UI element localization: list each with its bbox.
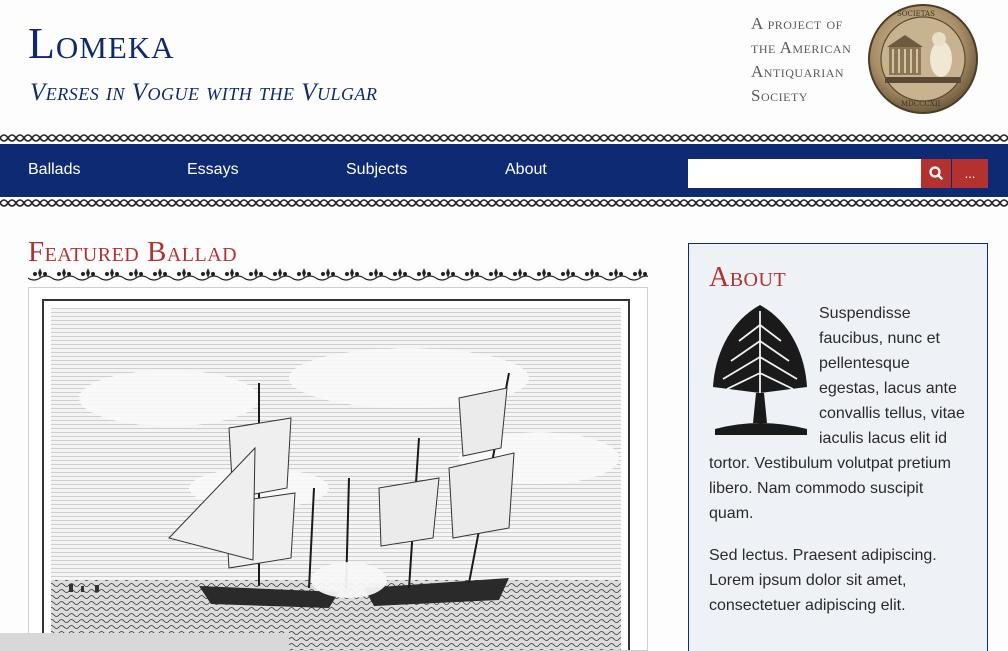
about-panel: About Suspendisse faucibus, nunc et pell… — [688, 243, 988, 651]
search-input[interactable] — [688, 159, 922, 188]
status-overlay-bar — [0, 633, 289, 651]
nav-item-subjects[interactable]: Subjects — [346, 161, 407, 179]
nav-item-about[interactable]: About — [505, 161, 547, 179]
featured-ballad-heading: Featured Ballad — [28, 236, 238, 268]
featured-ballad-image[interactable] — [28, 287, 648, 651]
svg-text:MDCCCXII: MDCCCXII — [901, 100, 941, 108]
decorative-border-bottom — [0, 197, 1008, 209]
project-note[interactable]: A project of the American Antiquarian So… — [751, 12, 871, 108]
about-heading: About — [709, 262, 787, 293]
site-tagline: Verses in Vogue with the Vulgar — [30, 79, 378, 106]
about-paragraph-2: Sed lectus. Praesent adipiscing. Lorem i… — [709, 547, 937, 614]
about-text: Suspendisse faucibus, nunc et pellentesq… — [709, 301, 971, 618]
site-header: Lomeka Verses in Vogue with the Vulgar A… — [0, 0, 1008, 132]
tree-icon — [713, 305, 807, 435]
svg-text:SOCIETAS: SOCIETAS — [897, 10, 935, 18]
nav-item-essays[interactable]: Essays — [187, 161, 239, 179]
site-title[interactable]: Lomeka — [28, 22, 175, 66]
decorative-border-top — [0, 132, 1008, 144]
search-button[interactable] — [921, 159, 951, 188]
nav-item-ballads[interactable]: Ballads — [28, 161, 80, 179]
search-icon — [929, 166, 943, 180]
advanced-search-button[interactable]: ... — [952, 159, 988, 188]
decorative-flourish — [28, 266, 648, 282]
aas-seal-logo[interactable]: SOCIETAS MDCCCXII — [867, 3, 979, 115]
ship-engraving-image — [42, 299, 630, 650]
